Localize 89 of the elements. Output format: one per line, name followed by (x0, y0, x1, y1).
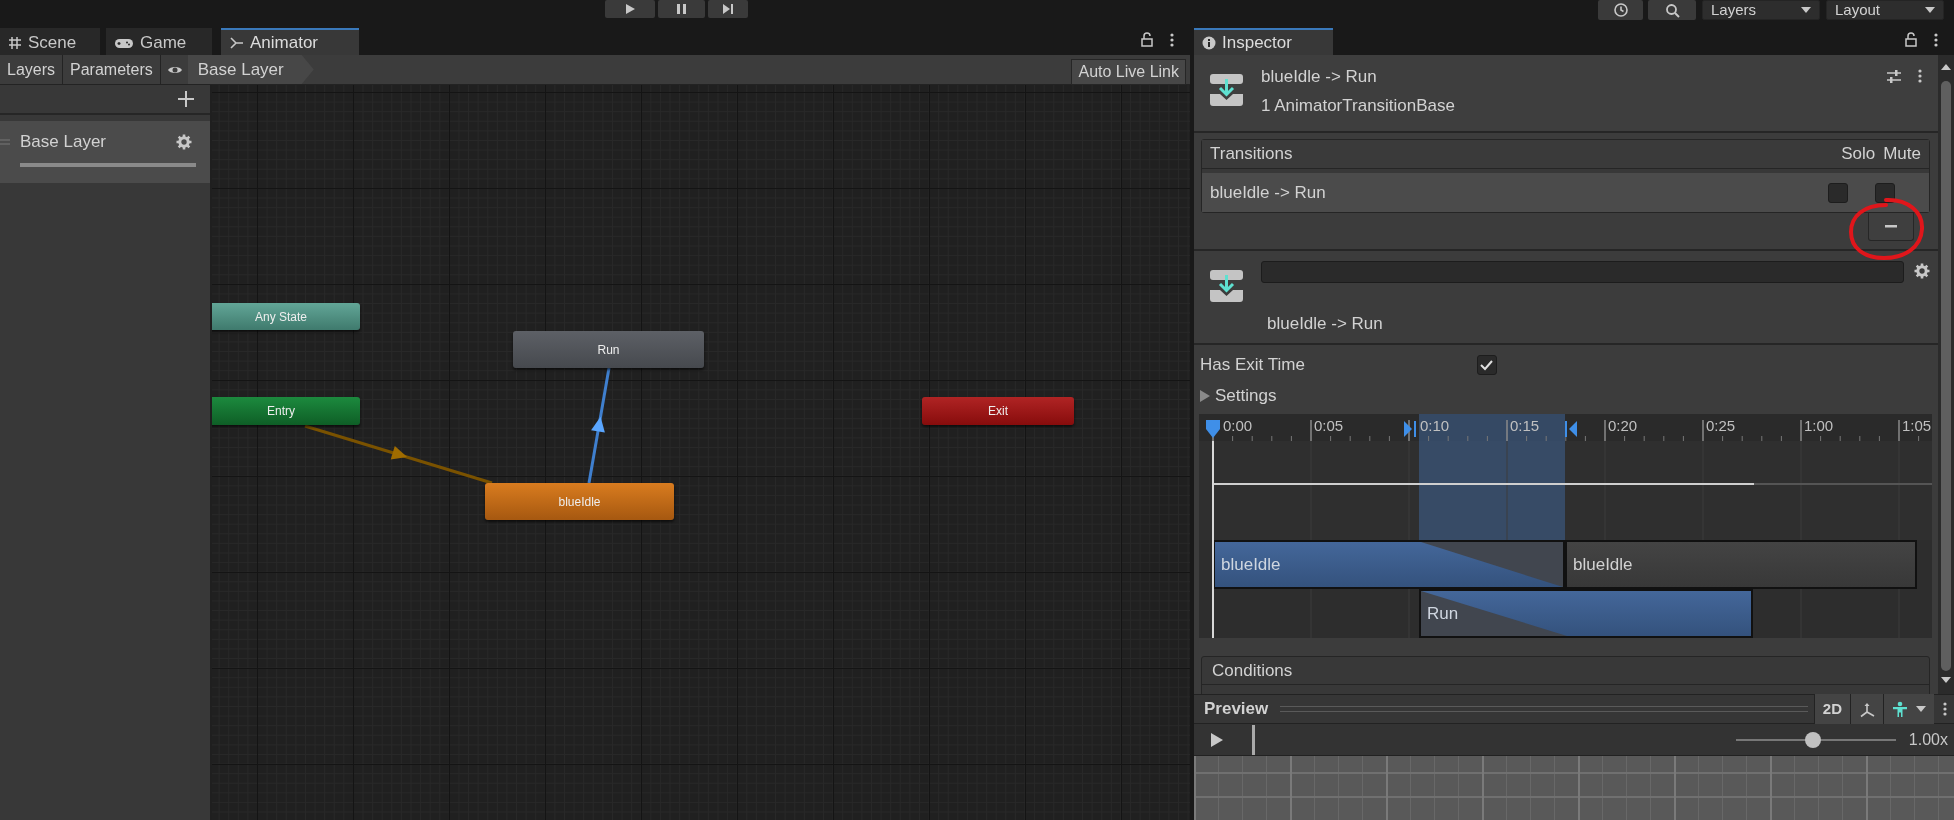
state-node[interactable]: Run (513, 331, 704, 368)
time-label: 0:10 (1420, 416, 1450, 436)
remove-button[interactable] (1868, 213, 1914, 241)
object-type: 1 AnimatorTransitionBase (1261, 95, 1456, 117)
caret-icon (1925, 7, 1935, 13)
live-link-button[interactable]: Auto Live Link (1071, 59, 1186, 85)
range-end-icon[interactable] (1565, 421, 1578, 437)
caret-icon (1916, 706, 1926, 712)
inspector-tab[interactable]: Inspector (1194, 28, 1333, 55)
time-label: 0:20 (1608, 416, 1638, 436)
sliders-icon[interactable] (1886, 69, 1902, 84)
time-label: 0:00 (1223, 416, 1253, 436)
playhead-marker-icon[interactable] (1205, 419, 1221, 439)
scrollbar-thumb[interactable] (1941, 81, 1951, 671)
time-label: 1:00 (1804, 416, 1834, 436)
info-icon (1202, 35, 1216, 50)
avatar-dropdown[interactable] (1883, 694, 1934, 724)
play-button[interactable] (605, 0, 655, 18)
lock-icon[interactable] (1904, 32, 1918, 47)
clip-bar[interactable]: blueIdle (1213, 540, 1565, 589)
object-title: blueIdle -> Run (1261, 66, 1378, 88)
scroll-down-icon[interactable] (1941, 676, 1951, 684)
mode-button[interactable]: 2D (1813, 694, 1850, 724)
clip-bar[interactable]: blueIdle (1565, 540, 1917, 589)
more-icon[interactable] (1934, 32, 1938, 47)
history-button[interactable] (1598, 0, 1643, 20)
pause-button[interactable] (658, 0, 705, 18)
gear-icon[interactable] (1914, 263, 1930, 279)
solo-checkbox[interactable] (1828, 182, 1848, 203)
editor-tab[interactable]: Scene (0, 28, 100, 55)
clip-bar[interactable]: Run (1419, 589, 1753, 638)
time-scrubber[interactable] (1252, 724, 1255, 755)
more-icon[interactable] (1918, 69, 1922, 83)
time-label: 1:05 (1902, 416, 1932, 436)
axes-icon (1859, 701, 1875, 718)
check-icon (1479, 358, 1495, 372)
mute-checkbox[interactable] (1875, 182, 1895, 203)
transition-icon (1209, 269, 1244, 303)
column-header: Solo (1841, 143, 1876, 166)
transition-label: blueIdle -> Run (1267, 313, 1383, 335)
breadcrumb-item[interactable]: Base Layer (187, 55, 314, 84)
exit-time-checkbox[interactable] (1476, 355, 1497, 375)
scroll-up-icon[interactable] (1941, 63, 1951, 71)
play-icon (624, 3, 636, 15)
transition-arrow[interactable] (587, 367, 611, 484)
layer-item[interactable]: Base Layer (0, 121, 210, 183)
layout-dropdown[interactable]: Layout (1826, 0, 1944, 20)
field-label: Has Exit Time (1200, 354, 1305, 377)
minus-icon (1885, 225, 1897, 228)
transition-name[interactable]: blueIdle -> Run (1210, 179, 1326, 206)
transition-icon (1209, 73, 1244, 107)
state-node[interactable]: Exit (922, 397, 1074, 425)
name-field[interactable] (1261, 261, 1904, 283)
state-node[interactable]: Entry (212, 397, 360, 425)
grid-icon (8, 35, 22, 50)
list-header: Conditions (1212, 659, 1293, 682)
section-label[interactable]: Settings (1215, 383, 1277, 409)
layer-name: Base Layer (20, 131, 106, 154)
axes-button[interactable] (1850, 694, 1883, 724)
range-start-icon[interactable] (1404, 421, 1417, 437)
branch-icon (229, 35, 244, 50)
editor-tab[interactable]: Animator (221, 28, 359, 55)
more-icon[interactable] (1943, 702, 1947, 716)
step-icon (722, 3, 734, 15)
history-icon (1612, 2, 1629, 18)
time-label: 0:25 (1706, 416, 1736, 436)
time-label: 0:15 (1510, 416, 1540, 436)
pause-icon (675, 3, 688, 15)
more-icon[interactable] (1170, 32, 1174, 47)
step-button[interactable] (708, 0, 748, 18)
figure-icon (1892, 701, 1908, 717)
caret-icon (1801, 7, 1811, 13)
panel-title: Preview (1203, 698, 1269, 721)
search-icon (1664, 2, 1680, 18)
state-node[interactable]: blueIdle (485, 483, 674, 520)
play-icon (1210, 731, 1224, 748)
transition-range[interactable] (1419, 414, 1565, 540)
speed-value: 1.00x (1908, 729, 1948, 750)
gear-icon[interactable] (176, 134, 192, 150)
plus-icon[interactable] (178, 91, 194, 107)
lock-icon[interactable] (1140, 32, 1154, 47)
column-header: Mute (1883, 143, 1921, 166)
time-label: 0:05 (1314, 416, 1344, 436)
list-header: Transitions (1210, 143, 1293, 166)
slider-thumb[interactable] (1804, 731, 1821, 748)
expand-arrow-icon[interactable] (1199, 390, 1210, 402)
editor-tab[interactable]: Game (106, 28, 212, 55)
layers-dropdown[interactable]: Layers (1702, 0, 1820, 20)
search-button[interactable] (1648, 0, 1696, 20)
